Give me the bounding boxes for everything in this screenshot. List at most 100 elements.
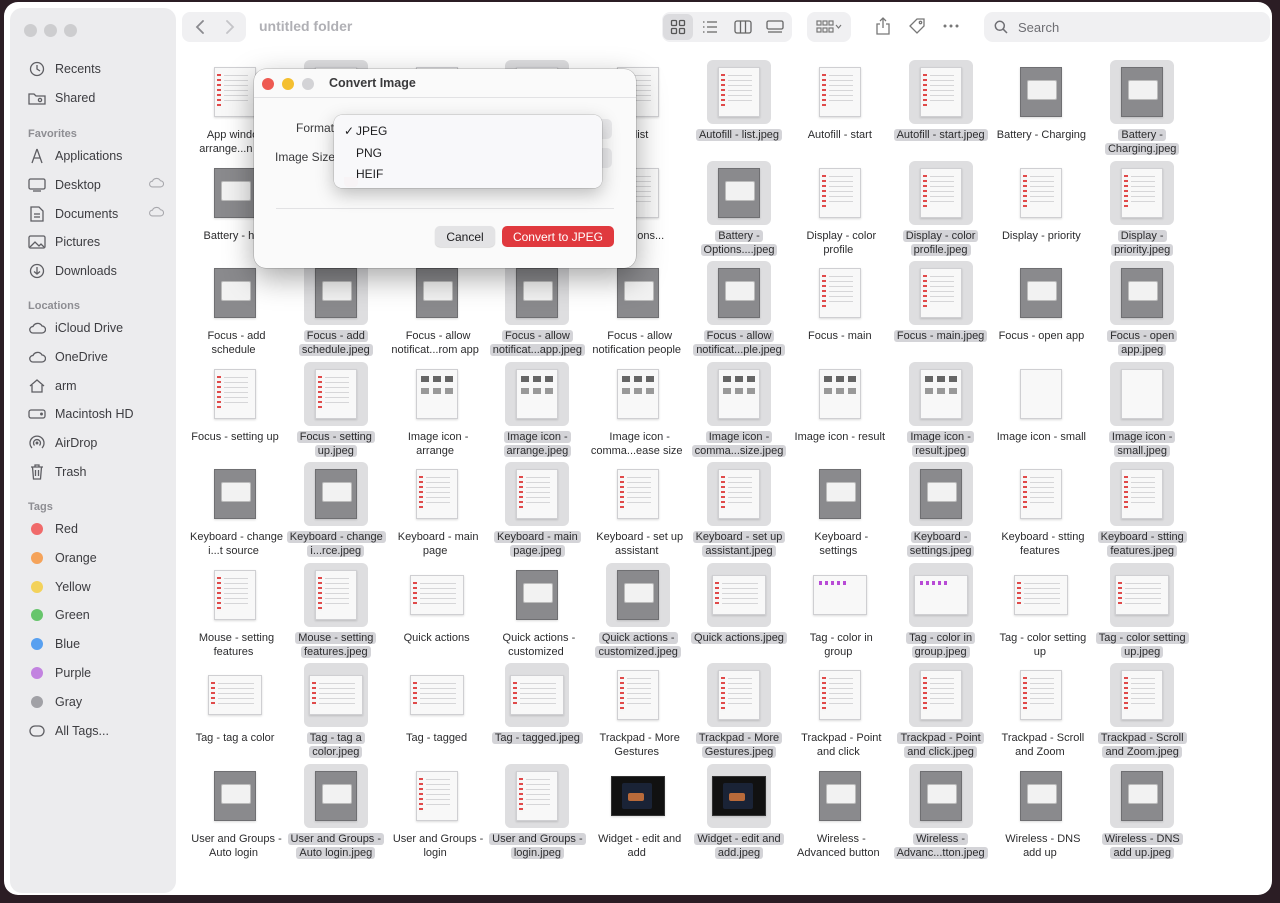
group-button[interactable] [807, 12, 851, 42]
file-item[interactable]: Keyboard - change i...t source [186, 458, 284, 558]
tag-button[interactable] [904, 12, 930, 40]
file-item[interactable]: Image icon - arrange.jpeg [488, 358, 586, 458]
search-input[interactable] [1016, 18, 1250, 36]
sidebar-item-applications[interactable]: Applications [28, 145, 170, 167]
file-item[interactable]: Autofill - list.jpeg [690, 56, 788, 156]
dialog-minimize-button[interactable] [282, 78, 294, 90]
file-item[interactable]: Focus - setting up [186, 358, 284, 458]
file-item[interactable]: Keyboard - settings.jpeg [892, 458, 990, 558]
file-item[interactable]: Wireless - Advanced button [791, 760, 889, 860]
sidebar-item-icloud-drive[interactable]: iCloud Drive [28, 317, 170, 339]
column-view-button[interactable] [728, 14, 758, 40]
sidebar-item-airdrop[interactable]: AirDrop [28, 432, 170, 454]
sidebar-item-macintosh-hd[interactable]: Macintosh HD [28, 403, 170, 425]
file-item[interactable]: Quick actions.jpeg [690, 559, 788, 659]
dialog-close-button[interactable] [262, 78, 274, 90]
format-option-png[interactable]: PNG [334, 143, 602, 163]
sidebar-tag-blue[interactable]: Blue [28, 633, 170, 655]
file-item[interactable]: Focus - main.jpeg [892, 257, 990, 357]
file-item[interactable]: Display - priority.jpeg [1093, 157, 1191, 257]
file-item[interactable]: Keyboard - stting features.jpeg [1093, 458, 1191, 558]
file-item[interactable]: Trackpad - More Gestures [589, 659, 687, 759]
file-item[interactable]: Image icon - small [992, 358, 1090, 458]
file-item[interactable]: Focus - allow notificat...app.jpeg [488, 257, 586, 357]
sidebar-item-recents[interactable]: Recents [28, 58, 170, 80]
file-item[interactable]: Battery - Options....jpeg [690, 157, 788, 257]
file-item[interactable]: Autofill - start [791, 56, 889, 156]
file-item[interactable]: Tag - color in group.jpeg [892, 559, 990, 659]
sidebar-item-pictures[interactable]: Pictures [28, 231, 170, 253]
file-item[interactable]: Focus - add schedule [186, 257, 284, 357]
sidebar-tag-purple[interactable]: Purple [28, 662, 170, 684]
file-item[interactable]: Keyboard - set up assistant [589, 458, 687, 558]
sidebar-tag-green[interactable]: Green [28, 604, 170, 626]
sidebar-item-desktop[interactable]: Desktop [28, 174, 170, 196]
file-item[interactable]: User and Groups - login [388, 760, 486, 860]
file-item[interactable]: Wireless - DNS add up.jpeg [1093, 760, 1191, 860]
file-item[interactable]: User and Groups - Auto login [186, 760, 284, 860]
file-item[interactable]: Focus - allow notificat...ple.jpeg [690, 257, 788, 357]
sidebar-tag-red[interactable]: Red [28, 518, 170, 540]
close-window-button[interactable] [24, 24, 37, 37]
sidebar-item-trash[interactable]: Trash [28, 461, 170, 483]
file-item[interactable]: Trackpad - Point and click [791, 659, 889, 759]
convert-button[interactable]: Convert to JPEG [502, 226, 614, 247]
file-item[interactable]: Trackpad - Scroll and Zoom [992, 659, 1090, 759]
more-actions-button[interactable] [938, 12, 964, 40]
file-item[interactable]: Focus - main [791, 257, 889, 357]
format-option-jpeg[interactable]: ✓ JPEG [334, 121, 602, 141]
sidebar-tag-gray[interactable]: Gray [28, 691, 170, 713]
share-button[interactable] [870, 12, 896, 40]
sidebar-item-downloads[interactable]: Downloads [28, 260, 170, 282]
file-item[interactable]: Image icon - comma...size.jpeg [690, 358, 788, 458]
file-item[interactable]: Focus - open app.jpeg [1093, 257, 1191, 357]
file-item[interactable]: Battery - Charging.jpeg [1093, 56, 1191, 156]
format-option-heif[interactable]: HEIF [334, 164, 602, 184]
gallery-view-button[interactable] [760, 14, 790, 40]
file-item[interactable]: Image icon - result.jpeg [892, 358, 990, 458]
sidebar-item-arm[interactable]: arm [28, 375, 170, 397]
file-item[interactable]: Tag - color setting up [992, 559, 1090, 659]
sidebar-item-onedrive[interactable]: OneDrive [28, 346, 170, 368]
file-item[interactable]: Tag - tag a color.jpeg [287, 659, 385, 759]
back-button[interactable] [188, 13, 212, 41]
file-item[interactable]: Keyboard - stting features [992, 458, 1090, 558]
search-field[interactable] [984, 12, 1270, 42]
file-item[interactable]: User and Groups - login.jpeg [488, 760, 586, 860]
sidebar-tag-yellow[interactable]: Yellow [28, 576, 170, 598]
cancel-button[interactable]: Cancel [435, 226, 495, 247]
file-item[interactable]: Display - priority [992, 157, 1090, 257]
file-item[interactable]: Focus - allow notificat...rom app [388, 257, 486, 357]
file-item[interactable]: Autofill - start.jpeg [892, 56, 990, 156]
file-item[interactable]: Display - color profile.jpeg [892, 157, 990, 257]
list-view-button[interactable] [695, 14, 725, 40]
sidebar-item-documents[interactable]: Documents [28, 203, 170, 225]
file-item[interactable]: Trackpad - Point and click.jpeg [892, 659, 990, 759]
file-item[interactable]: User and Groups - Auto login.jpeg [287, 760, 385, 860]
file-item[interactable]: Mouse - setting features [186, 559, 284, 659]
file-item[interactable]: Keyboard - main page.jpeg [488, 458, 586, 558]
file-item[interactable]: Keyboard - change i...rce.jpeg [286, 458, 386, 558]
sidebar-all-tags[interactable]: All Tags... [28, 720, 170, 742]
file-item[interactable]: Wireless - DNS add up [992, 760, 1090, 860]
file-item[interactable]: Display - color profile [791, 157, 889, 257]
file-item[interactable]: Focus - open app [992, 257, 1090, 357]
file-item[interactable]: Tag - color setting up.jpeg [1093, 559, 1191, 659]
forward-button[interactable] [218, 13, 242, 41]
file-item[interactable]: Quick actions - customized [488, 559, 586, 659]
file-item[interactable]: Widget - edit and add [589, 760, 687, 860]
file-item[interactable]: Image icon - small.jpeg [1093, 358, 1191, 458]
file-item[interactable]: Quick actions - customized.jpeg [589, 559, 687, 659]
file-item[interactable]: Focus - add schedule.jpeg [287, 257, 385, 357]
file-item[interactable]: Tag - tag a color [186, 659, 284, 759]
file-item[interactable]: Image icon - arrange [388, 358, 486, 458]
sidebar-tag-orange[interactable]: Orange [28, 547, 170, 569]
minimize-window-button[interactable] [44, 24, 57, 37]
file-item[interactable]: Quick actions [388, 559, 486, 659]
file-item[interactable]: Focus - setting up.jpeg [287, 358, 385, 458]
file-item[interactable]: Trackpad - More Gestures.jpeg [690, 659, 788, 759]
file-item[interactable]: Mouse - setting features.jpeg [287, 559, 385, 659]
file-item[interactable]: Wireless - Advanc...tton.jpeg [892, 760, 990, 860]
file-item[interactable]: Tag - tagged [388, 659, 486, 759]
file-item[interactable]: Image icon - result [791, 358, 889, 458]
